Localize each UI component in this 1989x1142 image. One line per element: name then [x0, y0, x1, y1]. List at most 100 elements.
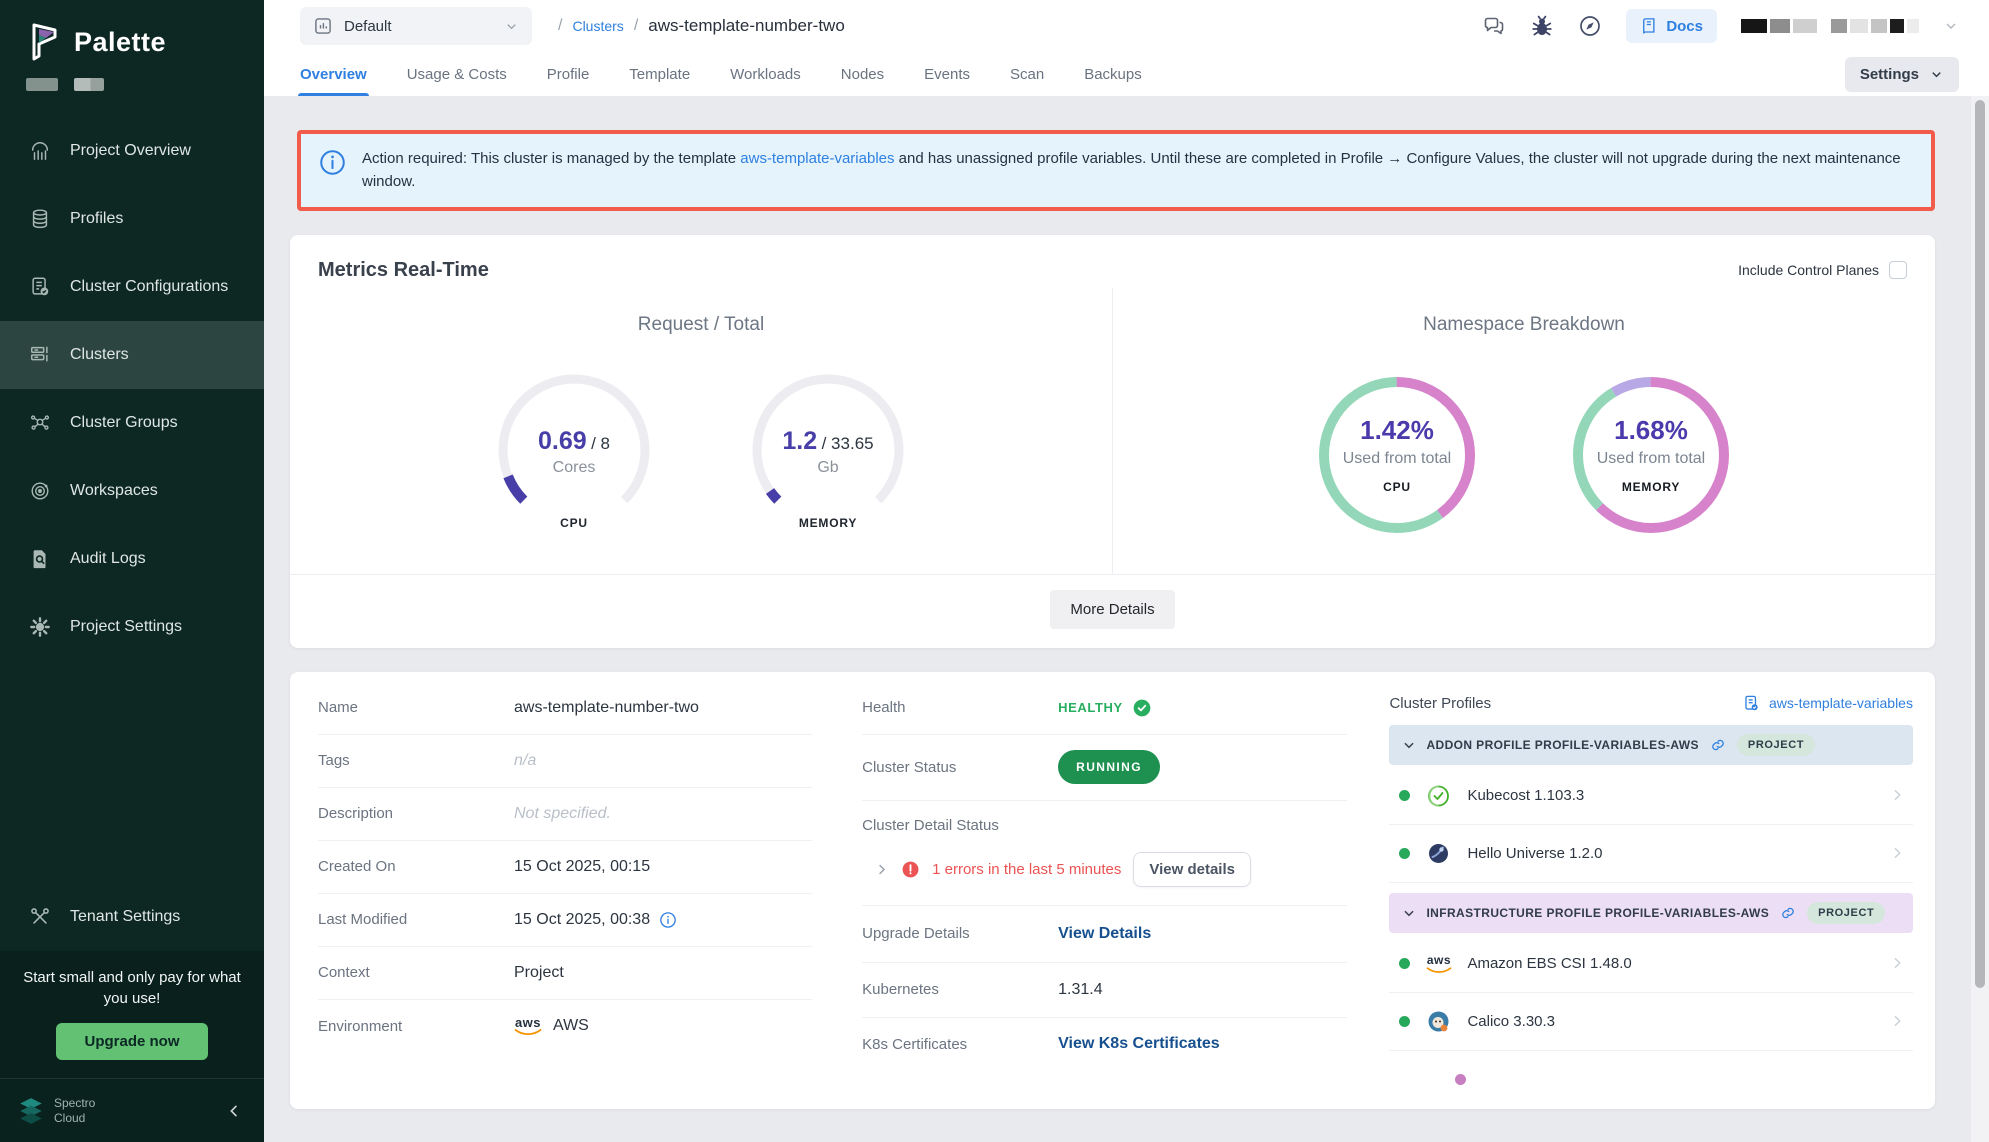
- hello-universe-icon: [1425, 840, 1452, 867]
- sidebar-item-audit-logs[interactable]: Audit Logs: [0, 525, 264, 593]
- project-icon: [313, 16, 333, 36]
- sidebar-nav: Project Overview Profiles Cluster Config…: [0, 117, 264, 661]
- breadcrumb-clusters-link[interactable]: Clusters: [572, 18, 623, 34]
- status-dot: [1399, 1016, 1410, 1027]
- chevron-down-icon: [1402, 906, 1416, 920]
- bug-report-icon[interactable]: [1530, 14, 1554, 38]
- sidebar-item-cluster-groups[interactable]: Cluster Groups: [0, 389, 264, 457]
- chevron-down-icon: [504, 19, 519, 34]
- project-badge: PROJECT: [1737, 734, 1815, 756]
- sidebar-item-label: Workspaces: [70, 482, 158, 500]
- tab-scan[interactable]: Scan: [1010, 52, 1044, 96]
- redacted-username[interactable]: [1741, 19, 1919, 33]
- tab-workloads[interactable]: Workloads: [730, 52, 801, 96]
- view-k8s-certificates-link[interactable]: View K8s Certificates: [1058, 1035, 1220, 1053]
- view-details-button[interactable]: View details: [1133, 852, 1251, 887]
- include-control-planes-label: Include Control Planes: [1738, 262, 1879, 278]
- tab-nodes[interactable]: Nodes: [841, 52, 884, 96]
- palette-logo: Palette: [0, 0, 264, 62]
- sidebar-item-label: Project Overview: [70, 142, 191, 160]
- breadcrumb: / Clusters / aws-template-number-two: [558, 16, 845, 36]
- nodes-icon: [28, 411, 52, 435]
- kubernetes-row: Kubernetes 1.31.4: [862, 963, 1347, 1018]
- sidebar-item-tenant-settings[interactable]: Tenant Settings: [0, 883, 264, 951]
- tab-usage-costs[interactable]: Usage & Costs: [407, 52, 507, 96]
- addon-profile-section-header[interactable]: ADDON PROFILE PROFILE-VARIABLES-AWS PROJ…: [1389, 725, 1913, 765]
- doc-check-icon: [28, 275, 52, 299]
- main-area: Default / Clusters / aws-template-number…: [264, 0, 1989, 1142]
- running-status-pill[interactable]: RUNNING: [1058, 750, 1160, 784]
- chevron-right-icon: [1889, 1013, 1905, 1029]
- tab-backups[interactable]: Backups: [1084, 52, 1142, 96]
- more-details-button[interactable]: More Details: [1050, 590, 1174, 629]
- profile-item-amazon-ebs-csi[interactable]: aws Amazon EBS CSI 1.48.0: [1389, 935, 1913, 993]
- info-icon[interactable]: [659, 911, 677, 929]
- sidebar-item-project-settings[interactable]: Project Settings: [0, 593, 264, 661]
- redacted-block: [74, 78, 104, 91]
- tools-icon: [28, 905, 52, 929]
- infrastructure-profile-section-header[interactable]: INFRASTRUCTURE PROFILE PROFILE-VARIABLES…: [1389, 893, 1913, 933]
- detail-row-context: Context Project: [318, 947, 812, 1000]
- docs-button[interactable]: Docs: [1626, 9, 1717, 43]
- details-middle-column: Health HEALTHY Cluster Status RUNNING Cl…: [836, 682, 1367, 1109]
- status-dot: [1399, 958, 1410, 969]
- chevron-down-icon: [1402, 738, 1416, 752]
- chevron-right-icon: [1889, 787, 1905, 803]
- tab-events[interactable]: Events: [924, 52, 970, 96]
- profile-item-kubecost[interactable]: Kubecost 1.103.3: [1389, 767, 1913, 825]
- request-total-title: Request / Total: [638, 314, 764, 336]
- compass-icon[interactable]: [1578, 14, 1602, 38]
- scrollbar-thumb[interactable]: [1975, 100, 1985, 988]
- status-dot: [1399, 790, 1410, 801]
- upsell-panel: Start small and only pay for what you us…: [0, 951, 264, 1079]
- profile-item-hello-universe[interactable]: Hello Universe 1.2.0: [1389, 825, 1913, 883]
- tab-profile[interactable]: Profile: [547, 52, 590, 96]
- profile-template-link[interactable]: aws-template-variables: [1742, 694, 1913, 713]
- detail-row-environment: Environment aws AWS: [318, 1000, 812, 1053]
- profile-item-calico[interactable]: Calico 3.30.3: [1389, 993, 1913, 1051]
- sidebar-item-clusters[interactable]: Clusters: [0, 321, 264, 389]
- chevron-right-icon: [1889, 845, 1905, 861]
- chevron-down-icon[interactable]: [1943, 18, 1959, 34]
- chevron-right-icon: [1889, 955, 1905, 971]
- sidebar-item-profiles[interactable]: Profiles: [0, 185, 264, 253]
- tab-overview[interactable]: Overview: [300, 52, 367, 96]
- breadcrumb-current: aws-template-number-two: [648, 16, 845, 36]
- cluster-tabs: Overview Usage & Costs Profile Template …: [300, 52, 1142, 96]
- collapse-sidebar-icon[interactable]: [226, 1103, 242, 1119]
- sidebar-footer: Spectro Cloud: [0, 1078, 264, 1142]
- sidebar-item-cluster-configurations[interactable]: Cluster Configurations: [0, 253, 264, 321]
- palette-app: Palette Project Overview Profiles: [0, 0, 1989, 1142]
- include-control-planes: Include Control Planes: [1738, 261, 1907, 279]
- template-link[interactable]: aws-template-variables: [740, 150, 894, 167]
- spectro-cloud-logo: Spectro Cloud: [18, 1096, 95, 1126]
- settings-button-label: Settings: [1860, 66, 1919, 83]
- upgrade-view-details-link[interactable]: View Details: [1058, 925, 1151, 943]
- vertical-scrollbar[interactable]: [1971, 96, 1989, 1142]
- brand-name: Palette: [74, 27, 166, 58]
- sidebar-item-workspaces[interactable]: Workspaces: [0, 457, 264, 525]
- doc-search-icon: [28, 547, 52, 571]
- top-bar: Default / Clusters / aws-template-number…: [264, 0, 1989, 52]
- project-selector[interactable]: Default: [300, 7, 532, 45]
- profile-item-partial[interactable]: [1389, 1051, 1913, 1109]
- banner-text: Action required: This cluster is managed…: [362, 147, 1913, 194]
- settings-button[interactable]: Settings: [1845, 57, 1959, 92]
- doc-check-icon: [1742, 694, 1761, 713]
- chat-icon[interactable]: [1482, 14, 1506, 38]
- redacted-block: [26, 78, 58, 91]
- link-icon: [1709, 736, 1727, 754]
- sidebar-item-label: Tenant Settings: [70, 908, 180, 926]
- upgrade-now-button[interactable]: Upgrade now: [56, 1023, 207, 1060]
- include-control-planes-checkbox[interactable]: [1889, 261, 1907, 279]
- tab-template[interactable]: Template: [629, 52, 690, 96]
- gear-icon: [28, 615, 52, 639]
- metrics-title: Metrics Real-Time: [318, 259, 489, 282]
- expand-chevron-icon[interactable]: [874, 862, 889, 877]
- details-left-column: Name aws-template-number-two Tags n/a De…: [290, 682, 836, 1109]
- sidebar-item-project-overview[interactable]: Project Overview: [0, 117, 264, 185]
- top-actions: Docs: [1482, 9, 1959, 43]
- spectro-cloud-label: Spectro Cloud: [54, 1096, 95, 1126]
- check-badge-icon: [1132, 698, 1152, 718]
- detail-row-last-modified: Last Modified 15 Oct 2025, 00:38: [318, 894, 812, 947]
